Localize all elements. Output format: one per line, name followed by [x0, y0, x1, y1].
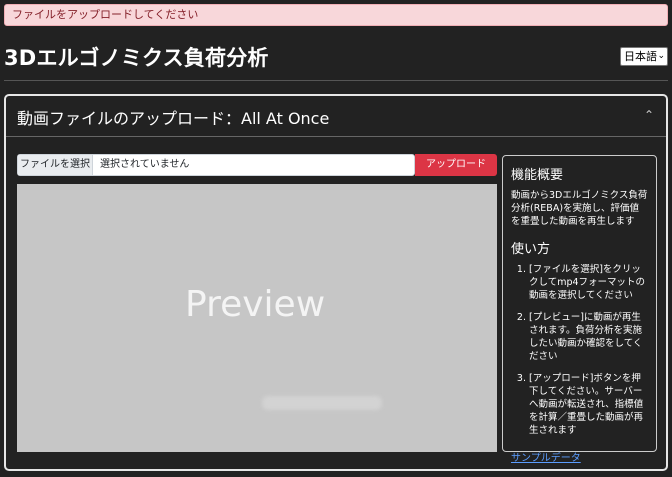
chevron-down-icon: ⌄: [657, 51, 665, 61]
howto-step: [アップロード]ボタンを押下してください。サーバーへ動画が転送され、指標値を計算…: [529, 372, 648, 437]
howto-heading: 使い方: [511, 242, 551, 257]
overview-heading: 機能概要: [511, 168, 564, 183]
language-select-value: 日本語: [624, 50, 657, 63]
preview-artifact: [262, 396, 382, 410]
overview-text: 動画から3Dエルゴノミクス負荷分析(REBA)を実施し、評価値を重畳した動画を再…: [511, 190, 648, 227]
file-status: 選択されていません: [100, 159, 190, 170]
card-title: 動画ファイルのアップロード：All At Once: [17, 109, 330, 128]
howto-steps: [ファイルを選択]をクリックしてmp4フォーマットの動画を選択してください [プ…: [511, 263, 648, 437]
info-panel: 機能概要 動画から3Dエルゴノミクス負荷分析(REBA)を実施し、評価値を重畳し…: [502, 155, 657, 464]
sample-data-link[interactable]: サンプルデータ: [511, 453, 581, 464]
choose-file-button[interactable]: ファイルを選択: [18, 155, 93, 175]
card-header[interactable]: 動画ファイルのアップロード：All At Once ⌃: [6, 96, 666, 137]
howto-step: [プレビュー]に動画が再生されます。負荷分析を実施したい動画か確認をしてください: [529, 311, 648, 363]
howto-step: [ファイルを選択]をクリックしてmp4フォーマットの動画を選択してください: [529, 263, 648, 302]
file-input[interactable]: ファイルを選択 選択されていません: [17, 154, 415, 176]
upload-button[interactable]: アップロード: [415, 154, 497, 176]
video-preview[interactable]: Preview: [17, 184, 497, 452]
language-select[interactable]: 日本語 ⌄: [620, 47, 668, 66]
alert-message: ファイルをアップロードしてください: [12, 8, 199, 21]
upload-card: 動画ファイルのアップロード：All At Once ⌃ ファイルを選択 選択され…: [4, 94, 668, 471]
upload-alert: ファイルをアップロードしてください: [4, 4, 668, 26]
preview-label: Preview: [185, 284, 326, 325]
header-divider: [4, 80, 668, 81]
chevron-up-icon[interactable]: ⌃: [644, 108, 654, 122]
page-title: 3Dエルゴノミクス負荷分析: [4, 46, 269, 70]
